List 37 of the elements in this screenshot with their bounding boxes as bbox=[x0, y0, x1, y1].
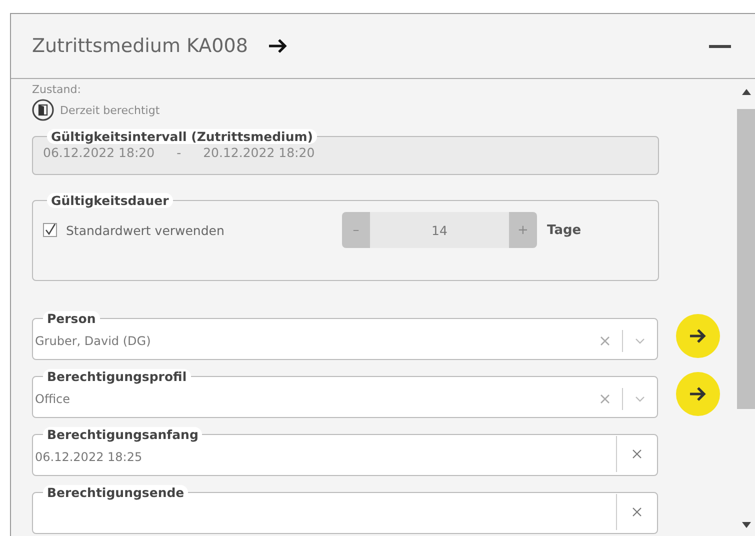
date-field[interactable]: Berechtigungsende bbox=[32, 485, 658, 534]
clear-icon[interactable] bbox=[632, 507, 642, 517]
date-from: 06.12.2022 18:20 bbox=[43, 145, 155, 160]
status-text: Derzeit berechtigt bbox=[60, 104, 160, 116]
field-label: Person bbox=[43, 311, 100, 326]
scroll-thumb[interactable] bbox=[737, 109, 755, 409]
field-label: Berechtigungsprofil bbox=[43, 369, 191, 384]
arrow-right-icon[interactable] bbox=[268, 38, 288, 54]
clear-icon[interactable] bbox=[600, 394, 610, 404]
group-label: Gültigkeitsdauer bbox=[47, 193, 173, 208]
checkbox-label: Standardwert verwenden bbox=[66, 222, 224, 238]
navigate-button[interactable] bbox=[676, 314, 720, 358]
combo-field[interactable]: Person Gruber, David (DG) bbox=[32, 311, 658, 360]
date-to: 20.12.2022 18:20 bbox=[203, 145, 315, 160]
status-label: Zustand: bbox=[32, 83, 82, 96]
date-separator: - bbox=[176, 145, 182, 160]
scroll-down-icon[interactable] bbox=[742, 522, 750, 528]
field-value: Gruber, David (DG) bbox=[35, 334, 151, 348]
unit-label: Tage bbox=[547, 222, 582, 238]
combo-field[interactable]: Berechtigungsprofil Office bbox=[32, 369, 658, 418]
field-label: Gültigkeitsintervall (Zutrittsmedium) bbox=[47, 129, 317, 144]
clear-icon[interactable] bbox=[632, 449, 642, 459]
door-icon bbox=[32, 99, 54, 121]
field-value: Office bbox=[35, 392, 70, 406]
clear-icon[interactable] bbox=[600, 336, 610, 346]
checkbox[interactable] bbox=[43, 223, 57, 237]
navigate-button[interactable] bbox=[676, 372, 720, 416]
field-label: Berechtigungsende bbox=[43, 485, 188, 500]
scroll-up-icon[interactable] bbox=[742, 89, 750, 95]
arrow-right-icon bbox=[688, 328, 707, 344]
field-label: Berechtigungsanfang bbox=[43, 427, 202, 442]
field-value: 06.12.2022 18:25 bbox=[35, 450, 142, 464]
date-field[interactable]: Berechtigungsanfang 06.12.2022 18:25 bbox=[32, 427, 658, 476]
arrow-right-icon bbox=[688, 386, 707, 402]
minimize-icon[interactable] bbox=[709, 44, 731, 48]
panel-title: Zutrittsmedium KA008 bbox=[32, 35, 248, 57]
number-field[interactable]: 14 bbox=[370, 212, 509, 248]
